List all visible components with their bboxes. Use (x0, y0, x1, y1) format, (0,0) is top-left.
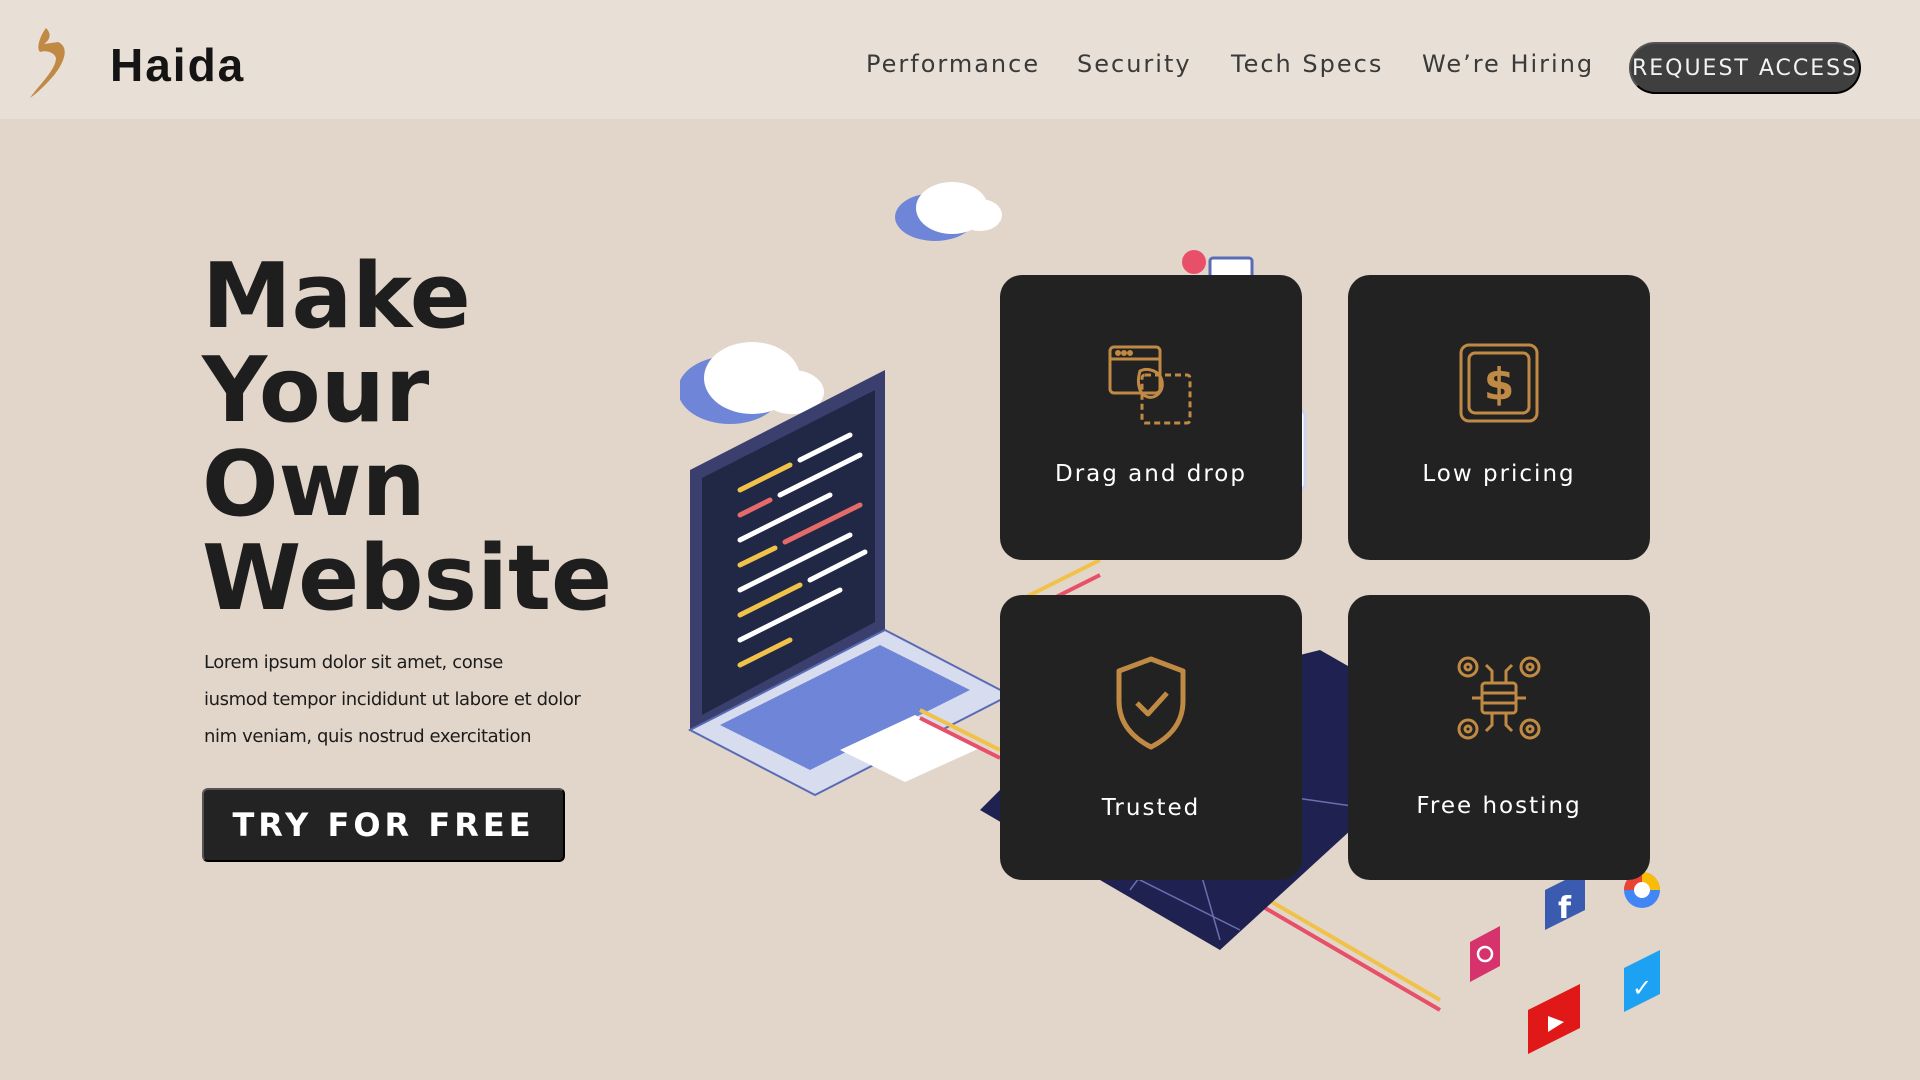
feature-label: Low pricing (1422, 461, 1576, 487)
feature-card-free-hosting[interactable]: Free hosting (1348, 595, 1650, 880)
description-line: nim veniam, quis nostrud exercitation (204, 726, 532, 747)
nav-link-hiring[interactable]: We’re Hiring (1422, 50, 1594, 78)
feature-label: Trusted (1101, 795, 1201, 821)
heart-icon (1182, 250, 1206, 274)
brand-name[interactable]: Haida (110, 38, 245, 92)
svg-text:$: $ (1484, 359, 1515, 410)
headline-line: Website (202, 526, 613, 631)
headline-line: Your (202, 338, 430, 443)
svg-text:f: f (1558, 891, 1572, 926)
description-line: iusmod tempor incididunt ut labore et do… (204, 689, 581, 710)
youtube-icon (1528, 984, 1580, 1054)
hero-description: Lorem ipsum dolor sit amet, conse iusmod… (204, 644, 624, 755)
bird-logo-icon[interactable] (28, 26, 76, 100)
nav-link-performance[interactable]: Performance (866, 50, 1040, 78)
instagram-icon (1470, 926, 1500, 982)
feature-card-drag-drop[interactable]: Drag and drop (1000, 275, 1302, 560)
svg-text:✓: ✓ (1632, 974, 1652, 1002)
shield-check-icon (1116, 656, 1186, 750)
try-for-free-button[interactable]: TRY FOR FREE (202, 788, 565, 862)
headline-line: Make (202, 244, 471, 349)
feature-label: Free hosting (1416, 793, 1582, 819)
description-line: Lorem ipsum dolor sit amet, conse (204, 652, 503, 673)
feature-label: Drag and drop (1055, 461, 1247, 487)
hero-headline: Make Your Own Website (202, 250, 642, 626)
top-navigation-bar: Haida Performance Security Tech Specs We… (0, 0, 1920, 119)
drag-drop-icon (1108, 345, 1192, 425)
server-gears-icon (1457, 656, 1541, 740)
feature-card-low-pricing[interactable]: $ Low pricing (1348, 275, 1650, 560)
nav-link-tech-specs[interactable]: Tech Specs (1231, 50, 1383, 78)
request-access-button[interactable]: REQUEST ACCESS (1629, 42, 1861, 94)
cloud-icon (680, 342, 824, 424)
twitter-icon: ✓ (1624, 950, 1660, 1012)
dollar-icon: $ (1459, 343, 1539, 423)
cloud-icon (895, 182, 1002, 241)
feature-card-trusted[interactable]: Trusted (1000, 595, 1302, 880)
headline-line: Own (202, 432, 426, 537)
nav-link-security[interactable]: Security (1077, 50, 1192, 78)
